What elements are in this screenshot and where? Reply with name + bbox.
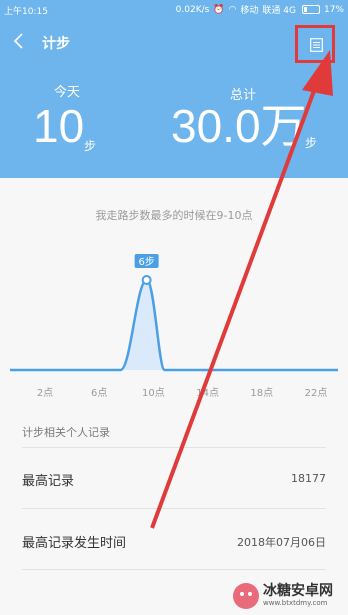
record-row-label: 最高记录发生时间	[22, 536, 127, 551]
watermark: 冰糖安卓网 www.btxtdmy.com	[233, 580, 345, 612]
step-chart: 6步 2点 6点 10点 14点 18点 22点	[10, 254, 338, 399]
battery-icon	[301, 5, 320, 14]
divider	[22, 447, 326, 448]
record-row-label: 最高记录	[22, 474, 75, 489]
watermark-text: 冰糖安卓网 www.btxtdmy.com	[263, 584, 333, 607]
carrier-1: 移动	[240, 6, 259, 16]
record-row-value: 2018年07月06日	[237, 536, 326, 549]
carrier-2: 联通 4G	[262, 6, 296, 16]
watermark-title: 冰糖安卓网	[263, 583, 333, 600]
network-speed: 0.02K/s	[175, 4, 210, 15]
today-steps: 10	[33, 100, 85, 152]
total-unit: 步	[305, 136, 318, 150]
chart-x-tick-label: 10点	[142, 387, 165, 399]
chart-x-tick-label: 22点	[305, 387, 328, 399]
chart-x-tick-label: 14点	[196, 387, 219, 399]
list-icon	[310, 38, 323, 52]
divider	[22, 508, 326, 509]
today-label: 今天	[54, 85, 81, 100]
divider	[22, 569, 326, 570]
status-time: 上午10:15	[4, 7, 48, 17]
chart-x-tick-label: 2点	[37, 387, 53, 399]
wifi-icon: ◠	[228, 4, 237, 15]
watermark-url: www.btxtdmy.com	[263, 598, 328, 607]
status-right: 0.02K/s ⏰ ◠ 移动 联通 4G 17%	[175, 3, 344, 17]
total-steps: 30.0万	[171, 100, 307, 152]
today-unit: 步	[84, 139, 97, 153]
watermark-logo-icon	[233, 583, 259, 609]
history-list-button[interactable]	[295, 25, 335, 63]
chart-series-line	[10, 278, 338, 372]
chart-x-tick-label: 6点	[91, 387, 107, 399]
chart-peak-point	[141, 275, 152, 285]
back-arrow-icon[interactable]	[10, 30, 30, 52]
alarm-icon: ⏰	[213, 4, 225, 15]
status-bar: 上午10:15 0.02K/s ⏰ ◠ 移动 联通 4G 17%	[0, 0, 348, 20]
battery-percent: 17%	[323, 4, 344, 15]
page-title: 计步	[42, 36, 70, 52]
records-section-title: 计步相关个人记录	[22, 426, 110, 439]
peak-hint: 我走路步数最多的时候在9-10点	[95, 209, 253, 222]
chart-peak-label: 6步	[138, 256, 154, 268]
record-row-value: 18177	[291, 472, 326, 485]
chart-x-tick-label: 18点	[250, 387, 273, 399]
